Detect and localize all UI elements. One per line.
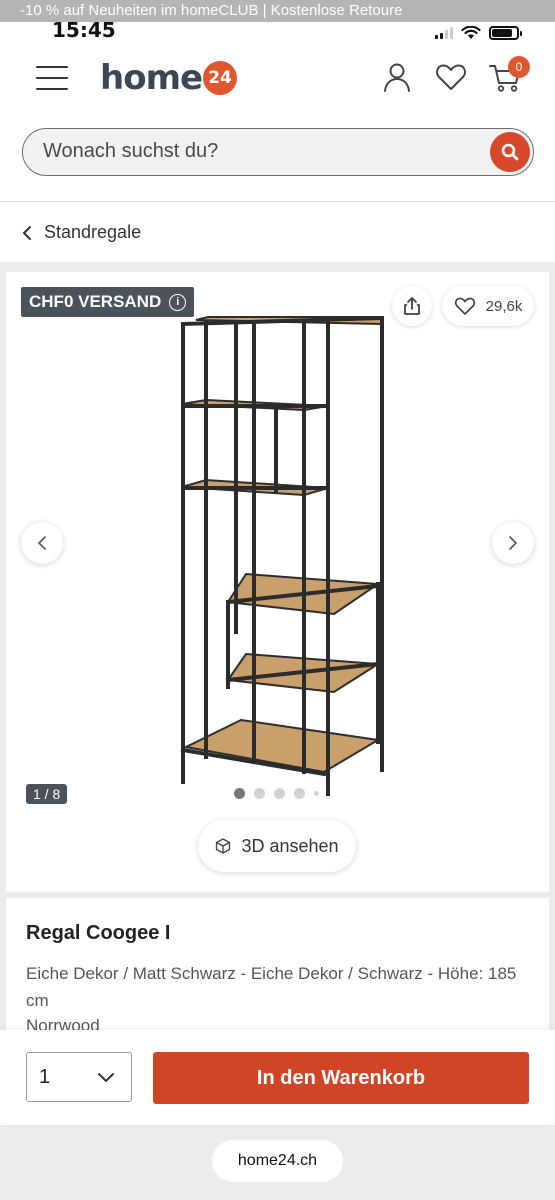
search-button[interactable] <box>490 132 530 172</box>
like-button[interactable]: 29,6k <box>442 286 534 326</box>
cart-count-badge: 0 <box>508 56 530 78</box>
like-count: 29,6k <box>485 297 523 315</box>
pagination-dot-active[interactable] <box>234 788 245 799</box>
shipping-badge[interactable]: CHF0 VERSAND i <box>21 287 195 317</box>
gallery-next-button[interactable] <box>492 522 534 564</box>
pagination-dot[interactable] <box>294 788 305 799</box>
wishlist-icon[interactable] <box>434 60 468 94</box>
logo-text: home <box>100 58 203 98</box>
product-description: Eiche Dekor / Matt Schwarz - Eiche Dekor… <box>26 964 517 1010</box>
pagination-dot[interactable] <box>254 788 265 799</box>
quantity-value: 1 <box>39 1065 51 1088</box>
account-icon[interactable] <box>380 60 414 94</box>
product-gallery: CHF0 VERSAND i 29,6k 1 / 8 3D ansehen <box>6 272 549 892</box>
gallery-prev-button[interactable] <box>21 522 63 564</box>
chevron-left-icon <box>37 536 46 550</box>
chevron-left-icon <box>22 225 31 240</box>
quantity-select[interactable]: 1 <box>26 1052 132 1102</box>
menu-icon[interactable] <box>36 66 68 90</box>
buy-bar: 1 In den Warenkorb <box>0 1030 555 1125</box>
wifi-icon <box>461 26 481 39</box>
search-input[interactable] <box>43 129 473 174</box>
status-time: 15:45 <box>52 18 116 42</box>
breadcrumb[interactable]: Standregale <box>0 202 555 262</box>
search-icon <box>501 143 519 161</box>
product-title: Regal Coogee I <box>26 922 171 944</box>
view-3d-label: 3D ansehen <box>241 835 339 856</box>
view-3d-button[interactable]: 3D ansehen <box>198 820 356 872</box>
logo-badge: 24 <box>203 61 238 95</box>
add-to-cart-button[interactable]: In den Warenkorb <box>153 1052 529 1104</box>
image-counter: 1 / 8 <box>26 784 68 804</box>
product-details: Regal Coogee I Eiche Dekor / Matt Schwar… <box>6 898 549 1038</box>
browser-url-bar[interactable]: home24.ch <box>212 1140 343 1182</box>
share-button[interactable] <box>392 286 432 326</box>
product-image[interactable] <box>166 302 396 802</box>
status-icons <box>435 22 522 44</box>
chevron-right-icon <box>509 536 518 550</box>
chevron-down-icon <box>98 1073 114 1083</box>
search-bar <box>22 128 534 176</box>
gallery-pagination <box>234 788 319 799</box>
site-header: home 24 0 <box>0 44 555 202</box>
status-bar: 15:45 <box>0 18 555 44</box>
heart-icon <box>454 297 475 315</box>
pagination-dot[interactable] <box>314 791 319 796</box>
share-icon <box>404 297 420 315</box>
pagination-dot[interactable] <box>274 788 285 799</box>
signal-icon <box>435 27 453 39</box>
breadcrumb-label: Standregale <box>44 222 142 242</box>
home24-logo[interactable]: home 24 <box>100 58 238 98</box>
promo-text: -10 % auf Neuheiten im homeCLUB | Kosten… <box>20 2 403 19</box>
cube-icon <box>216 838 231 854</box>
battery-icon <box>489 26 522 40</box>
shipping-badge-label: CHF0 VERSAND <box>29 292 162 311</box>
info-icon[interactable]: i <box>169 293 187 311</box>
